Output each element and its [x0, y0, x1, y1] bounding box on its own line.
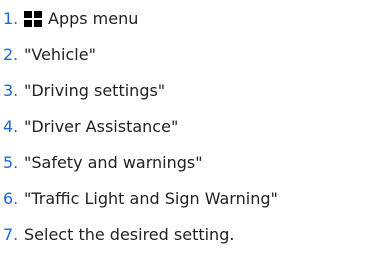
instruction-steps: 1. Apps menu 2. "Vehicle" 3. "Driving se… [0, 0, 370, 252]
step-number: 3. [3, 80, 19, 100]
step-4: 4. "Driver Assistance" [0, 108, 370, 144]
step-text: Apps menu [48, 8, 139, 28]
step-text: Select the desired setting. [24, 224, 235, 244]
step-3: 3. "Driving settings" [0, 72, 370, 108]
step-number: 4. [3, 116, 19, 136]
step-text: "Traffic Light and Sign Warning" [24, 188, 278, 208]
step-text: "Driver Assistance" [24, 116, 179, 136]
step-number: 1. [3, 8, 19, 28]
step-text: "Vehicle" [24, 44, 96, 64]
step-number: 2. [3, 44, 19, 64]
step-1: 1. Apps menu [0, 0, 370, 36]
step-number: 7. [3, 224, 19, 244]
step-text: "Driving settings" [24, 80, 166, 100]
step-2: 2. "Vehicle" [0, 36, 370, 72]
step-6: 6. "Traffic Light and Sign Warning" [0, 180, 370, 216]
step-7: 7. Select the desired setting. [0, 216, 370, 252]
step-number: 6. [3, 188, 19, 208]
apps-grid-icon [24, 11, 42, 27]
step-number: 5. [3, 152, 19, 172]
step-text: "Safety and warnings" [24, 152, 203, 172]
step-5: 5. "Safety and warnings" [0, 144, 370, 180]
